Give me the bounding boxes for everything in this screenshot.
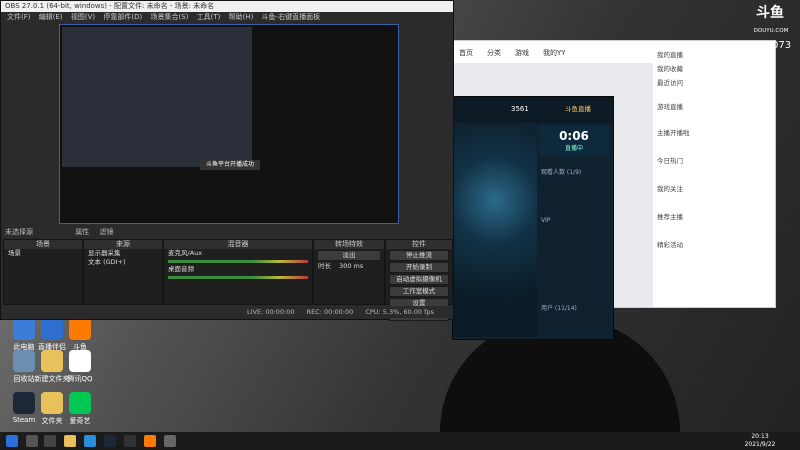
transition-select[interactable]: 淡出 (317, 250, 381, 261)
douyu-icon[interactable] (144, 435, 156, 447)
menu-view[interactable]: 视图(V) (71, 13, 95, 21)
list-item[interactable]: 最近访问 (657, 77, 683, 87)
menu-file[interactable]: 文件(F) (7, 13, 31, 21)
douyu-icon (69, 318, 91, 340)
mixer-meter (168, 260, 308, 263)
chat-section-viewers: 观看人数 (1/9) (541, 169, 582, 176)
start-recording-button[interactable]: 开始录制 (389, 262, 449, 273)
dock-title: 转场特效 (314, 240, 384, 249)
steam-icon[interactable] (104, 435, 116, 447)
menu-help[interactable]: 帮助(H) (229, 13, 254, 21)
menu-douyu[interactable]: 斗鱼-右键直播面板 (262, 13, 321, 21)
duration-label: 时长 300 ms (318, 262, 364, 270)
clock-time: 20:13 (751, 433, 769, 440)
transitions-dock: 转场特效 淡出 时长 300 ms (313, 239, 385, 305)
desktop-icon-iqiyi[interactable]: 爱奇艺 (58, 392, 102, 426)
dock-title: 场景 (4, 240, 82, 249)
obs-window: OBS 27.0.1 (64-bit, windows) - 配置文件: 未命名… (0, 0, 454, 321)
obs-status-bar: LIVE: 00:00:00 REC: 00:00:00 CPU: 5.3%, … (187, 306, 453, 318)
properties-button[interactable]: 属性 (75, 228, 89, 236)
list-item[interactable]: 我的直播 (657, 49, 683, 59)
nested-preview (62, 27, 252, 167)
mixer-channel-name: 麦克风/Aux (168, 249, 203, 257)
list-item[interactable]: 游戏直播 (657, 101, 683, 111)
mixer-meter (168, 276, 308, 279)
edge-icon[interactable] (84, 435, 96, 447)
nav-tab-games[interactable]: 游戏 (515, 48, 529, 58)
streamer-name: 斗鱼直播 (565, 105, 591, 113)
dock-title: 控件 (386, 240, 452, 249)
task-view-icon[interactable] (44, 435, 56, 447)
list-item[interactable]: 今日热门 (657, 155, 683, 165)
douyu-logo: 斗鱼 (756, 5, 784, 21)
list-item[interactable]: 我的关注 (657, 183, 683, 193)
chat-section-users: 用户 (11/14) (541, 305, 577, 312)
menu-edit[interactable]: 编辑(E) (39, 13, 63, 21)
rec-duration: REC: 00:00:00 (306, 308, 354, 316)
mixer-channel-name: 桌面音频 (168, 265, 194, 273)
sources-dock: 来源 显示器采集 文本 (GDI+) (83, 239, 163, 305)
desktop-icon-douyu[interactable]: 斗鱼 (58, 318, 102, 352)
obs-menubar: 文件(F) 编辑(E) 视图(V) 停靠部件(D) 场景集合(S) 工具(T) … (1, 12, 453, 23)
cpu-fps: CPU: 5.3%, 60.00 fps (365, 308, 434, 316)
right-sidebar-list: 我的直播 我的收藏 最近访问 游戏直播 主播开播啦 今日热门 我的关注 推荐主播… (653, 41, 775, 307)
live-chat-panel: 3561 斗鱼直播 0:06 直播中 观看人数 (1/9) VIP 用户 (11… (452, 96, 614, 340)
taskbar-clock[interactable]: 20:13 2021/9/22 (740, 433, 780, 449)
window-title: OBS 27.0.1 (64-bit, windows) - 配置文件: 未命名… (5, 2, 215, 10)
live-timer-card: 0:06 直播中 (539, 125, 609, 155)
live-duration: LIVE: 00:00:00 (247, 308, 295, 316)
list-item[interactable]: 主播开播啦 (657, 127, 690, 137)
list-item[interactable]: 我的收藏 (657, 63, 683, 73)
menu-scene-collection[interactable]: 场景集合(S) (150, 13, 188, 21)
list-item[interactable]: 精彩活动 (657, 239, 683, 249)
duration-value[interactable]: 300 ms (339, 262, 363, 270)
viewer-count: 3561 (511, 105, 529, 113)
dock-title: 来源 (84, 240, 162, 249)
filters-button[interactable]: 滤镜 (99, 228, 113, 236)
scene-item[interactable]: 场景 (4, 249, 82, 258)
stream-success-toast: 斗鱼平台开播成功 (200, 160, 260, 170)
obs-icon[interactable] (124, 435, 136, 447)
taskbar (0, 432, 800, 450)
controls-dock: 控件 停止推流 开始录制 启动虚拟摄像机 工作室模式 设置 退出 (385, 239, 453, 321)
search-icon[interactable] (26, 435, 38, 447)
chat-header: 3561 斗鱼直播 (453, 97, 613, 123)
source-toolbar: 未选择源 属性 滤镜 (1, 227, 453, 238)
app-icon[interactable] (164, 435, 176, 447)
iqiyi-icon (69, 392, 91, 414)
obs-title-bar: OBS 27.0.1 (64-bit, windows) - 配置文件: 未命名… (1, 1, 453, 12)
dock-title: 混音器 (164, 240, 312, 249)
virtual-camera-button[interactable]: 启动虚拟摄像机 (389, 274, 449, 285)
obs-preview-canvas[interactable]: 斗鱼平台开播成功 (59, 24, 399, 224)
clock-date: 2021/9/22 (744, 441, 776, 448)
live-timer: 0:06 (559, 129, 589, 143)
room-number: 073 (772, 40, 792, 51)
source-item[interactable]: 显示器采集 (84, 249, 162, 258)
nav-tab-category[interactable]: 分类 (487, 48, 501, 58)
nav-tab-home[interactable]: 首页 (459, 48, 473, 58)
menu-tools[interactable]: 工具(T) (197, 13, 221, 21)
live-status: 直播中 (564, 145, 583, 152)
audio-mixer-dock: 混音器 麦克风/Aux 桌面音频 (163, 239, 313, 305)
qq-icon (69, 350, 91, 372)
stream-preview (453, 127, 537, 337)
menu-docks[interactable]: 停靠部件(D) (103, 13, 142, 21)
selected-source-label: 未选择源 (5, 228, 33, 236)
windows-start-icon[interactable] (6, 435, 18, 447)
list-item[interactable]: 推荐主播 (657, 211, 683, 221)
desktop-icon-qq[interactable]: 腾讯QQ (58, 350, 102, 384)
chat-section-vip: VIP (541, 217, 551, 224)
source-item[interactable]: 文本 (GDI+) (84, 258, 162, 267)
stop-streaming-button[interactable]: 停止推流 (389, 250, 449, 261)
scenes-dock: 场景 场景 (3, 239, 83, 305)
douyu-site: DOUYU.COM (753, 28, 789, 34)
file-explorer-icon[interactable] (64, 435, 76, 447)
nav-tab-my-yy[interactable]: 我的YY (543, 48, 566, 58)
studio-mode-button[interactable]: 工作室模式 (389, 286, 449, 297)
